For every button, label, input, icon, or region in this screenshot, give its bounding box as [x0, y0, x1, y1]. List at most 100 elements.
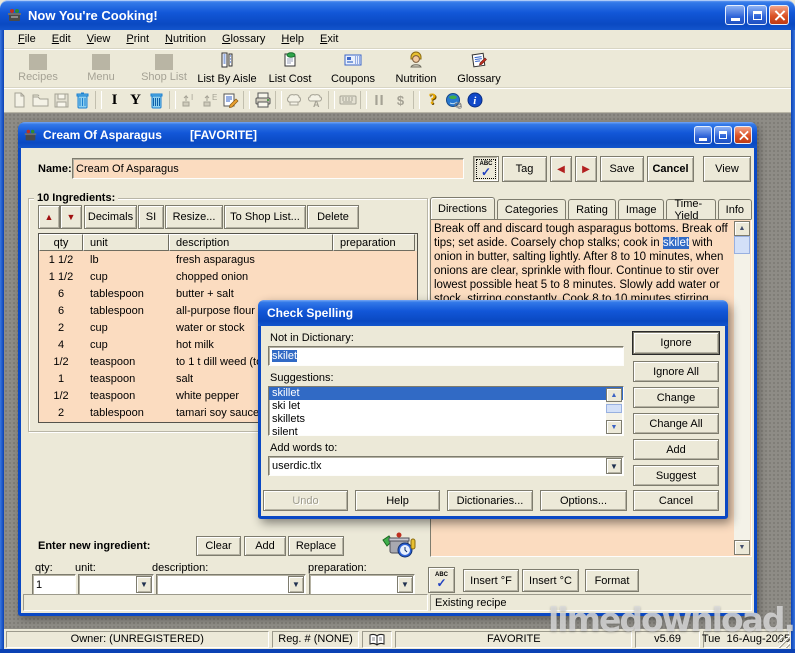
suggestion-item[interactable]: skillets: [269, 413, 623, 426]
close-button[interactable]: [769, 5, 789, 25]
dictionary-combo[interactable]: userdic.tlx ▼: [268, 456, 624, 476]
preparation-combo[interactable]: ▼: [309, 574, 415, 595]
menu-view[interactable]: View: [79, 31, 119, 47]
view-button[interactable]: View: [703, 156, 751, 182]
scroll-thumb[interactable]: [606, 404, 622, 413]
web-icon[interactable]: [443, 90, 464, 111]
tag-button[interactable]: Tag: [502, 156, 547, 182]
move-up-button[interactable]: ▲: [38, 205, 60, 229]
previous-recipe-button[interactable]: ◀: [550, 156, 572, 182]
save-button[interactable]: Save: [600, 156, 644, 182]
scroll-up-button[interactable]: ▲: [606, 388, 622, 402]
si-button[interactable]: SI: [138, 205, 164, 229]
decimals-button[interactable]: Decimals: [84, 205, 137, 229]
spell-check-directions-button[interactable]: ABC ✓: [428, 567, 455, 593]
minimize-button[interactable]: [725, 5, 745, 25]
format-button[interactable]: Format: [585, 569, 639, 592]
purge-icon[interactable]: [146, 90, 167, 111]
dropdown-arrow-icon[interactable]: ▼: [606, 458, 622, 474]
suggest-button[interactable]: Suggest: [633, 465, 719, 486]
menu-glossary[interactable]: Glossary: [214, 31, 273, 47]
directions-scrollbar[interactable]: ▲ ▼: [734, 221, 750, 555]
nutrition-button[interactable]: Nutrition: [386, 50, 446, 86]
sort-icon[interactable]: I: [104, 90, 125, 111]
resize-button[interactable]: Resize...: [165, 205, 223, 229]
toolbar-separator: [169, 91, 176, 109]
scroll-thumb[interactable]: [734, 236, 750, 254]
table-header: qty unit description preparation: [39, 234, 417, 251]
next-recipe-button[interactable]: ▶: [575, 156, 597, 182]
merge-icon[interactable]: Y: [125, 90, 146, 111]
watermark: limedownload.com: [548, 600, 795, 639]
info-icon[interactable]: i: [464, 90, 485, 111]
tab-rating[interactable]: Rating: [568, 199, 616, 219]
help-icon[interactable]: ?: [422, 90, 443, 111]
menu-help[interactable]: Help: [273, 31, 312, 47]
dictionaries-button[interactable]: Dictionaries...: [447, 490, 533, 511]
ignore-button[interactable]: Ignore: [633, 332, 719, 354]
edit-recipe-icon[interactable]: [220, 90, 241, 111]
qty-input[interactable]: [32, 574, 76, 595]
delete-button[interactable]: Delete: [307, 205, 359, 229]
word-input[interactable]: skilet: [268, 346, 624, 366]
column-header-unit[interactable]: unit: [83, 234, 169, 251]
tab-categories[interactable]: Categories: [497, 199, 566, 219]
move-down-button[interactable]: ▼: [60, 205, 82, 229]
scroll-down-button[interactable]: ▼: [606, 420, 622, 434]
description-combo[interactable]: ▼: [156, 574, 306, 595]
column-header-description[interactable]: description: [169, 234, 333, 251]
coupons-button[interactable]: Coupons: [323, 50, 383, 86]
insert-fahrenheit-button[interactable]: Insert °F: [463, 569, 519, 592]
ingredient-row[interactable]: 1 1/2cupchopped onion: [39, 268, 417, 285]
recipe-maximize-button[interactable]: [714, 126, 732, 144]
name-input[interactable]: [72, 158, 464, 179]
shop-list-icon: [155, 54, 173, 70]
help-button[interactable]: Help: [355, 490, 440, 511]
ingredient-row[interactable]: 1 1/2lbfresh asparagus: [39, 251, 417, 268]
clear-button[interactable]: Clear: [196, 536, 241, 556]
dropdown-arrow-icon[interactable]: ▼: [397, 576, 413, 593]
to-shop-list-button[interactable]: To Shop List...: [224, 205, 306, 229]
dropdown-arrow-icon[interactable]: ▼: [288, 576, 304, 593]
list-cost-button[interactable]: List Cost: [260, 50, 320, 86]
tab-directions[interactable]: Directions: [430, 197, 495, 219]
menu-exit[interactable]: Exit: [312, 31, 346, 47]
glossary-button[interactable]: Glossary: [449, 50, 509, 86]
print-icon[interactable]: [252, 90, 273, 111]
options-button[interactable]: Options...: [540, 490, 627, 511]
delete-recipe-icon[interactable]: [72, 90, 93, 111]
column-header-preparation[interactable]: preparation: [333, 234, 415, 251]
list-by-aisle-button[interactable]: List By Aisle: [197, 50, 257, 86]
recipe-status-left: [23, 594, 428, 611]
suggestion-item[interactable]: silent: [269, 426, 623, 436]
cancel-button[interactable]: Cancel: [647, 156, 694, 182]
suggestion-item[interactable]: ski let: [269, 400, 623, 413]
maximize-button[interactable]: [747, 5, 767, 25]
column-header-qty[interactable]: qty: [39, 234, 83, 251]
suggestion-item[interactable]: skillet: [269, 387, 623, 400]
change-all-button[interactable]: Change All: [633, 413, 719, 434]
unit-combo[interactable]: ▼: [78, 574, 154, 595]
tab-info[interactable]: Info: [718, 199, 752, 219]
scroll-down-button[interactable]: ▼: [734, 540, 750, 555]
change-button[interactable]: Change: [633, 387, 719, 408]
recipe-minimize-button[interactable]: [694, 126, 712, 144]
spell-check-button[interactable]: ABC ✓: [473, 156, 499, 182]
suggestions-listbox[interactable]: skillet ski let skillets silent ▲ ▼: [268, 386, 624, 436]
menu-edit[interactable]: Edit: [44, 31, 79, 47]
add-word-button[interactable]: Add: [633, 439, 719, 460]
menu-file[interactable]: File: [10, 31, 44, 47]
scroll-up-button[interactable]: ▲: [734, 221, 750, 236]
replace-button[interactable]: Replace: [288, 536, 344, 556]
tab-time-yield[interactable]: Time-Yield: [666, 199, 715, 219]
suggestions-scrollbar[interactable]: ▲ ▼: [606, 388, 622, 434]
ignore-all-button[interactable]: Ignore All: [633, 361, 719, 382]
recipe-close-button[interactable]: [734, 126, 752, 144]
cancel-spelling-button[interactable]: Cancel: [633, 490, 719, 511]
tab-image[interactable]: Image: [618, 199, 665, 219]
dropdown-arrow-icon[interactable]: ▼: [136, 576, 152, 593]
menu-print[interactable]: Print: [118, 31, 157, 47]
menu-nutrition[interactable]: Nutrition: [157, 31, 214, 47]
add-ingredient-button[interactable]: Add: [244, 536, 286, 556]
insert-celsius-button[interactable]: Insert °C: [522, 569, 579, 592]
